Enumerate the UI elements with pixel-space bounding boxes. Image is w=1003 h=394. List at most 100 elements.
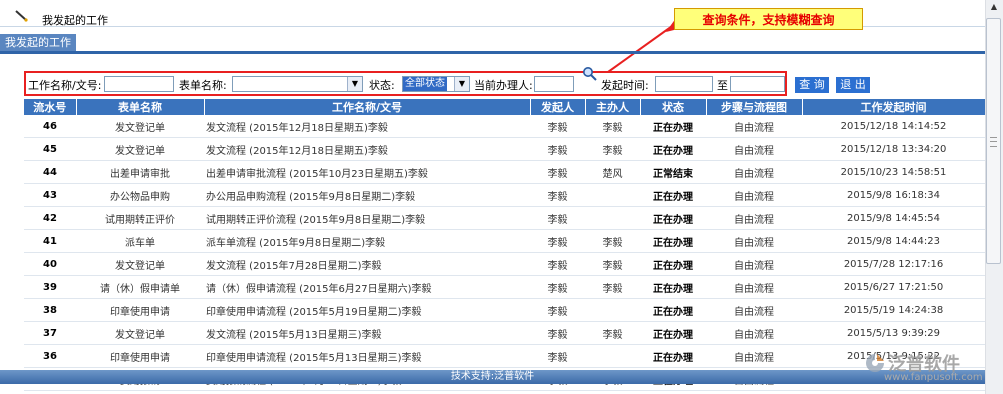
row-step: 自由流程 [706, 160, 802, 184]
row-time: 2015/9/8 14:44:23 [802, 229, 985, 253]
row-sponsor: 李毅 [530, 160, 585, 184]
magnifier-icon[interactable] [582, 66, 598, 82]
row-title[interactable]: 办公用品申购流程 (2015年9月8日星期二)李毅 [204, 183, 530, 207]
end-date-input[interactable] [730, 76, 785, 92]
row-id: 40 [24, 252, 76, 276]
scroll-grip-icon [990, 137, 997, 147]
row-title[interactable]: 出差申请审批流程 (2015年10月23日星期五)李毅 [204, 160, 530, 184]
table-row[interactable]: 36 印章使用申请 印章使用申请流程 (2015年5月13日星期三)李毅 李毅 正在办理… [24, 344, 985, 368]
table-row[interactable]: 39 请（休）假申请单 请（休）假申请流程 (2015年6月27日星期六)李毅 李毅李… [24, 275, 985, 299]
row-title[interactable]: 印章使用申请流程 (2015年5月19日星期二)李毅 [204, 298, 530, 322]
query-button[interactable]: 查 询 [795, 77, 829, 93]
row-sponsor: 李毅 [530, 344, 585, 368]
scroll-up-arrow-icon[interactable]: ▲ [988, 2, 1000, 14]
row-time: 2015/5/19 14:24:38 [802, 298, 985, 322]
table-row[interactable]: 41 派车单 派车单流程 (2015年9月8日星期二)李毅 李毅 李毅 正在办理 自由流程 2… [24, 229, 985, 253]
row-host [585, 344, 640, 368]
row-form: 出差申请审批 [76, 160, 204, 184]
row-status: 正在办理 [640, 137, 706, 161]
column-header-host[interactable]: 主办人 [585, 99, 641, 115]
column-header-sponsor[interactable]: 发起人 [530, 99, 586, 115]
row-step: 自由流程 [706, 206, 802, 230]
column-header-title[interactable]: 工作名称/文号 [204, 99, 531, 115]
table-row[interactable]: 38 印章使用申请 印章使用申请流程 (2015年5月19日星期二)李毅 李毅 正在办理… [24, 298, 985, 322]
row-form: 办公物品申购 [76, 183, 204, 207]
row-step: 自由流程 [706, 183, 802, 207]
row-sponsor: 李毅 [530, 206, 585, 230]
section-tab[interactable]: 我发起的工作 [0, 34, 76, 51]
row-host [585, 206, 640, 230]
row-id: 45 [24, 137, 76, 161]
row-id: 42 [24, 206, 76, 230]
row-title[interactable]: 印章使用申请流程 (2015年5月13日星期三)李毅 [204, 344, 530, 368]
row-title[interactable]: 试用期转正评价流程 (2015年9月8日星期二)李毅 [204, 206, 530, 230]
name-filter-input[interactable] [104, 76, 174, 92]
row-form: 试用期转正评价 [76, 206, 204, 230]
row-time: 2015/5/13 9:39:29 [802, 321, 985, 345]
table-body: 46 发文登记单 发文流程 (2015年12月18日星期五)李毅 李毅 李毅 正在办理 自由… [24, 115, 985, 391]
row-status: 正在办理 [640, 206, 706, 230]
row-step: 自由流程 [706, 252, 802, 276]
row-title[interactable]: 请（休）假申请流程 (2015年6月27日星期六)李毅 [204, 275, 530, 299]
row-form: 发文登记单 [76, 252, 204, 276]
row-host: 李毅 [585, 137, 640, 161]
start-date-input[interactable] [655, 76, 713, 92]
section-bar [0, 51, 985, 54]
table-row[interactable]: 44 出差申请审批 出差申请审批流程 (2015年10月23日星期五)李毅 李毅 楚风正… [24, 160, 985, 184]
row-status: 正在办理 [640, 275, 706, 299]
row-sponsor: 李毅 [530, 115, 585, 138]
row-host: 李毅 [585, 275, 640, 299]
row-step: 自由流程 [706, 275, 802, 299]
table-header-row: 流水号 表单名称 工作名称/文号 发起人 主办人 状态 步骤与流程图 工作发起时… [24, 99, 986, 115]
row-title[interactable]: 发文流程 (2015年7月28日星期二)李毅 [204, 252, 530, 276]
row-host [585, 183, 640, 207]
row-form: 请（休）假申请单 [76, 275, 204, 299]
column-header-id[interactable]: 流水号 [24, 99, 77, 115]
row-sponsor: 李毅 [530, 252, 585, 276]
status-filter-label: 状态: [369, 79, 395, 92]
row-title[interactable]: 派车单流程 (2015年9月8日星期二)李毅 [204, 229, 530, 253]
column-header-status[interactable]: 状态 [640, 99, 707, 115]
table-row[interactable]: 46 发文登记单 发文流程 (2015年12月18日星期五)李毅 李毅 李毅 正在办理 自由… [24, 115, 985, 138]
table-row[interactable]: 45 发文登记单 发文流程 (2015年12月18日星期五)李毅 李毅 李毅 正在办理 自由… [24, 137, 985, 161]
form-filter-label: 表单名称: [179, 79, 227, 92]
table-row[interactable]: 37 发文登记单 发文流程 (2015年5月13日星期三)李毅 李毅 李毅 正在办理 自由流… [24, 321, 985, 345]
column-header-time[interactable]: 工作发起时间 [802, 99, 986, 115]
row-time: 2015/9/8 14:45:54 [802, 206, 985, 230]
row-id: 37 [24, 321, 76, 345]
table-row[interactable]: 42 试用期转正评价 试用期转正评价流程 (2015年9月8日星期二)李毅 李毅 正在办… [24, 206, 985, 230]
row-form: 印章使用申请 [76, 298, 204, 322]
row-host: 楚风 [585, 160, 640, 184]
row-id: 39 [24, 275, 76, 299]
to-label: 至 [717, 79, 728, 92]
row-title[interactable]: 发文流程 (2015年12月18日星期五)李毅 [204, 115, 530, 138]
row-step: 自由流程 [706, 137, 802, 161]
handler-filter-input[interactable] [534, 76, 574, 92]
dropdown-arrow-icon[interactable]: ▼ [347, 77, 362, 91]
row-time: 2015/6/27 17:21:50 [802, 275, 985, 299]
row-id: 44 [24, 160, 76, 184]
column-header-step[interactable]: 步骤与流程图 [706, 99, 803, 115]
row-id: 41 [24, 229, 76, 253]
row-step: 自由流程 [706, 229, 802, 253]
table-row[interactable]: 40 发文登记单 发文流程 (2015年7月28日星期二)李毅 李毅 李毅 正在办理 自由流… [24, 252, 985, 276]
table-row[interactable]: 43 办公物品申购 办公用品申购流程 (2015年9月8日星期二)李毅 李毅 正在办理自… [24, 183, 985, 207]
form-filter-select[interactable]: ▼ [232, 76, 363, 92]
row-form: 派车单 [76, 229, 204, 253]
row-time: 2015/12/18 14:14:52 [802, 115, 985, 138]
status-filter-select[interactable]: 全部状态 ▼ [402, 76, 470, 92]
footer-bar: 技术支持:泛普软件 [0, 370, 985, 384]
row-sponsor: 李毅 [530, 183, 585, 207]
column-header-form[interactable]: 表单名称 [76, 99, 205, 115]
row-time: 2015/10/23 14:58:51 [802, 160, 985, 184]
row-time: 2015/12/18 13:34:20 [802, 137, 985, 161]
logo-icon [866, 354, 884, 372]
row-id: 43 [24, 183, 76, 207]
exit-button[interactable]: 退 出 [836, 77, 870, 93]
row-status: 正在办理 [640, 115, 706, 138]
row-form: 发文登记单 [76, 321, 204, 345]
row-title[interactable]: 发文流程 (2015年5月13日星期三)李毅 [204, 321, 530, 345]
row-status: 正常结束 [640, 160, 706, 184]
dropdown-arrow-icon[interactable]: ▼ [454, 77, 469, 91]
row-title[interactable]: 发文流程 (2015年12月18日星期五)李毅 [204, 137, 530, 161]
